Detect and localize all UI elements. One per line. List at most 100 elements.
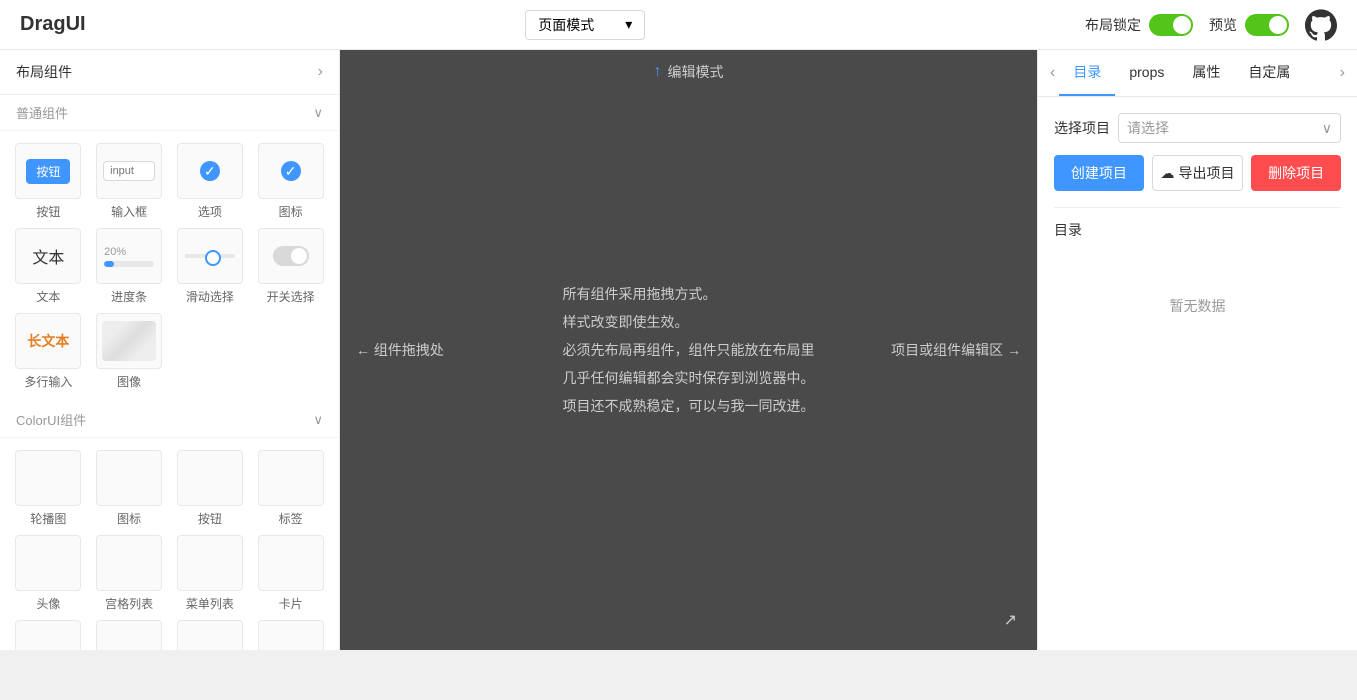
colorui-carousel[interactable]: 轮播图 <box>12 450 85 527</box>
canvas-line-4: 几乎任何编辑都会实时保存到浏览器中。 <box>563 364 815 392</box>
canvas-line-3: 必须先布局再组件，组件只能放在布局里 <box>563 336 815 364</box>
sidebar-header: 布局组件 › <box>0 50 339 95</box>
image-preview <box>96 313 162 369</box>
lock-toggle[interactable] <box>1149 14 1193 36</box>
cu-grid-label: 宫格列表 <box>105 595 153 612</box>
normal-section-label: 普通组件 <box>16 103 68 122</box>
button-preview: 按钮 <box>15 143 81 199</box>
text-preview: 文本 <box>15 228 81 284</box>
text-preview-content: 文本 <box>32 244 64 268</box>
chevron-down-icon: ▾ <box>625 16 632 33</box>
tab-props[interactable]: props <box>1115 52 1178 94</box>
cu-avatar-label: 头像 <box>36 595 60 612</box>
select-placeholder: 请选择 <box>1127 118 1169 138</box>
colorui-progress[interactable]: 进度条 <box>174 620 247 650</box>
cu-timeline-preview <box>15 620 81 650</box>
component-progress[interactable]: 20% 进度条 <box>93 228 166 305</box>
cu-navbar-preview <box>258 620 324 650</box>
section-divider <box>1054 207 1341 208</box>
cursor-icon: ↗ <box>1004 610 1017 630</box>
component-button[interactable]: 按钮 按钮 <box>12 143 85 220</box>
input-preview <box>96 143 162 199</box>
cu-steps-preview <box>96 620 162 650</box>
colorui-icon[interactable]: 图标 <box>93 450 166 527</box>
github-icon[interactable] <box>1305 9 1337 41</box>
canvas-area: ↑ 编辑模式 ← 组件拖拽处 项目或组件编辑区 → 所有组件采用拖拽方式。 样式… <box>340 50 1037 650</box>
main-layout: 布局组件 › 普通组件 ∨ 按钮 按钮 <box>0 50 1357 650</box>
canvas-center-content: 所有组件采用拖拽方式。 样式改变即使生效。 必须先布局再组件，组件只能放在布局里… <box>563 280 815 420</box>
tabs-next-arrow[interactable]: › <box>1336 56 1349 90</box>
colorui-grid-list[interactable]: 宫格列表 <box>93 535 166 612</box>
image-preview-thumb <box>102 321 156 361</box>
colorui-avatar[interactable]: 头像 <box>12 535 85 612</box>
app-logo: DragUI <box>20 13 86 36</box>
cu-icon-preview <box>96 450 162 506</box>
preview-label: 预览 <box>1209 15 1237 35</box>
component-checkbox[interactable]: ✓ 选项 <box>174 143 247 220</box>
left-sidebar: 布局组件 › 普通组件 ∨ 按钮 按钮 <box>0 50 340 650</box>
slider-preview <box>177 228 243 284</box>
canvas-line-1: 所有组件采用拖拽方式。 <box>563 280 815 308</box>
colorui-steps[interactable]: 步聚条 <box>93 620 166 650</box>
longtext-label: 多行输入 <box>24 373 72 390</box>
toggle-preview <box>258 228 324 284</box>
icon-preview-icon: ✓ <box>281 161 301 181</box>
component-text[interactable]: 文本 文本 <box>12 228 85 305</box>
colorui-button[interactable]: 按钮 <box>174 450 247 527</box>
project-action-buttons: 创建项目 ☁ 导出项目 删除项目 <box>1054 155 1341 191</box>
export-label: 导出项目 <box>1179 163 1235 183</box>
component-longtext[interactable]: 长文本 多行输入 <box>12 313 85 390</box>
component-image[interactable]: 图像 <box>93 313 166 390</box>
select-chevron-icon: ∨ <box>1322 120 1332 137</box>
button-label: 按钮 <box>36 203 60 220</box>
normal-section-collapse: ∨ <box>313 105 323 121</box>
sidebar-expand-icon[interactable]: › <box>318 63 323 81</box>
preview-toggle[interactable] <box>1245 14 1289 36</box>
component-icon[interactable]: ✓ 图标 <box>254 143 327 220</box>
colorui-menu[interactable]: 菜单列表 <box>174 535 247 612</box>
component-input[interactable]: 输入框 <box>93 143 166 220</box>
colorui-section-collapse: ∨ <box>313 412 323 428</box>
preview-toggle-group: 预览 <box>1209 14 1289 36</box>
toggle-preview-switch <box>273 246 309 266</box>
colorui-navbar[interactable]: 导航栏 <box>254 620 327 650</box>
colorui-timeline[interactable]: 时间线 <box>12 620 85 650</box>
tab-catalog[interactable]: 目录 <box>1059 50 1115 96</box>
lock-label: 布局锁定 <box>1085 15 1141 35</box>
normal-components-section: 普通组件 ∨ 按钮 按钮 输入框 <box>0 95 339 402</box>
colorui-grid: 轮播图 图标 按钮 标签 头像 <box>0 438 339 650</box>
component-slider[interactable]: 滑动选择 <box>174 228 247 305</box>
toggle-label: 开关选择 <box>267 288 315 305</box>
component-toggle[interactable]: 开关选择 <box>254 228 327 305</box>
tabs-prev-arrow[interactable]: ‹ <box>1046 56 1059 90</box>
cu-grid-preview <box>96 535 162 591</box>
lock-toggle-group: 布局锁定 <box>1085 14 1193 36</box>
select-project-dropdown[interactable]: 请选择 ∨ <box>1118 113 1341 143</box>
select-project-label: 选择项目 <box>1054 118 1110 138</box>
colorui-card[interactable]: 卡片 <box>254 535 327 612</box>
progress-preview: 20% <box>96 228 162 284</box>
cu-menu-preview <box>177 535 243 591</box>
longtext-preview-content: 长文本 <box>27 331 69 351</box>
checkbox-preview: ✓ <box>177 143 243 199</box>
cu-tag-label: 标签 <box>279 510 303 527</box>
cu-button-preview <box>177 450 243 506</box>
canvas-line-5: 项目还不成熟稳定，可以与我一同改进。 <box>563 392 815 420</box>
canvas-top-label: 编辑模式 <box>668 62 724 82</box>
tab-custom[interactable]: 自定属 <box>1234 50 1304 96</box>
delete-project-button[interactable]: 删除项目 <box>1251 155 1341 191</box>
page-mode-select[interactable]: 页面模式 ▾ <box>525 10 645 40</box>
arrow-up-icon: ↑ <box>654 63 662 81</box>
cloud-icon: ☁ <box>1161 165 1175 182</box>
tab-attributes[interactable]: 属性 <box>1178 50 1234 96</box>
export-project-button[interactable]: ☁ 导出项目 <box>1152 155 1244 191</box>
icon-preview: ✓ <box>258 143 324 199</box>
progress-preview-wrap: 20% <box>104 246 154 267</box>
longtext-preview: 长文本 <box>15 313 81 369</box>
slider-label: 滑动选择 <box>186 288 234 305</box>
normal-section-header[interactable]: 普通组件 ∨ <box>0 95 339 131</box>
create-project-button[interactable]: 创建项目 <box>1054 155 1144 191</box>
colorui-section-header[interactable]: ColorUI组件 ∨ <box>0 402 339 438</box>
colorui-tag[interactable]: 标签 <box>254 450 327 527</box>
input-label: 输入框 <box>111 203 147 220</box>
